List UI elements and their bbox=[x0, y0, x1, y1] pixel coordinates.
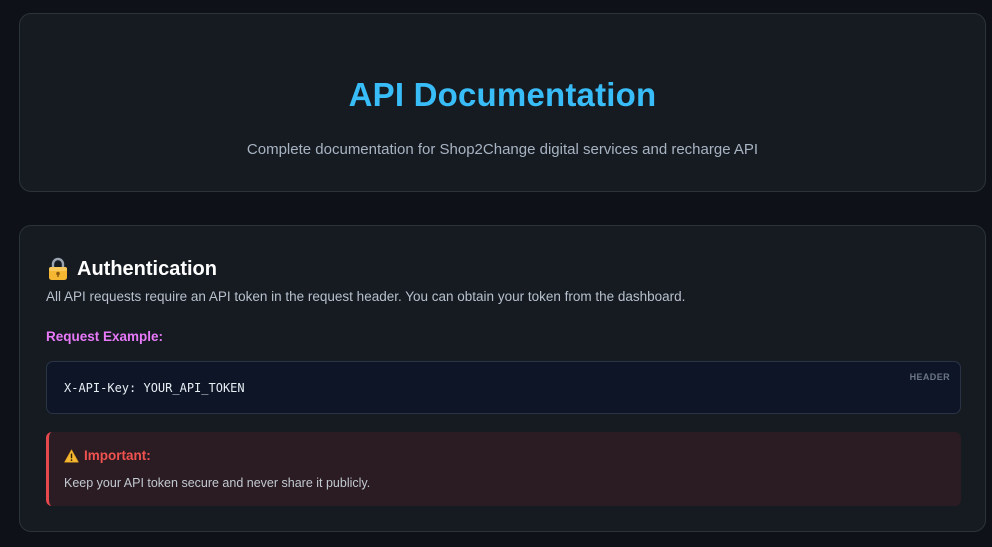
code-snippet[interactable]: X-API-Key: YOUR_API_TOKEN bbox=[64, 381, 245, 395]
hero-card: API Documentation Complete documentation… bbox=[19, 13, 986, 192]
code-block[interactable]: X-API-Key: YOUR_API_TOKEN HEADER bbox=[46, 361, 961, 414]
warning-alert: Important: Keep your API token secure an… bbox=[46, 432, 961, 506]
section-heading: Authentication bbox=[47, 257, 217, 281]
page-subtitle: Complete documentation for Shop2Change d… bbox=[246, 141, 759, 158]
lock-icon bbox=[47, 257, 69, 281]
alert-text: Keep your API token secure and never sha… bbox=[64, 476, 371, 490]
page-title: API Documentation bbox=[348, 76, 657, 113]
section-title: Authentication bbox=[77, 257, 217, 280]
request-example-label: Request Example: bbox=[46, 329, 164, 344]
warning-icon bbox=[64, 449, 79, 463]
authentication-section: Authentication All API requests require … bbox=[19, 225, 986, 532]
api-docs-page: API Documentation Complete documentation… bbox=[0, 0, 992, 547]
code-language-tag: HEADER bbox=[909, 372, 950, 382]
alert-heading: Important: bbox=[64, 448, 151, 463]
section-description: All API requests require an API token in… bbox=[46, 289, 686, 304]
alert-title: Important: bbox=[84, 448, 151, 463]
